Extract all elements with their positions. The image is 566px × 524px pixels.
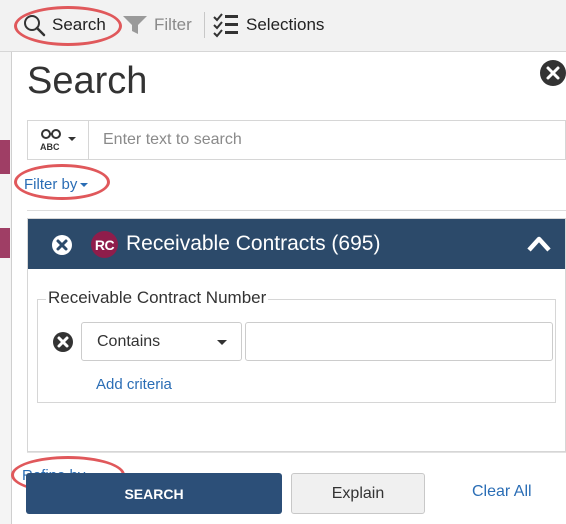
- divider: [27, 452, 566, 453]
- toolbar-filter-label: Filter: [154, 15, 192, 34]
- close-icon: [546, 66, 560, 80]
- search-bar: ABC: [27, 120, 566, 160]
- explain-button[interactable]: Explain: [291, 473, 425, 514]
- chevron-up-icon[interactable]: [526, 234, 552, 254]
- remove-group-button[interactable]: [52, 235, 72, 255]
- filter-by-label: Filter by: [24, 176, 78, 193]
- background-app-edge: [0, 50, 12, 524]
- funnel-icon: [123, 16, 147, 34]
- operator-value: Contains: [97, 333, 161, 350]
- entity-badge: RC: [91, 231, 118, 258]
- highlight-circle: [14, 6, 122, 46]
- field-label: Receivable Contract Number: [46, 288, 269, 308]
- close-icon: [56, 239, 68, 251]
- criteria-value-input[interactable]: [245, 322, 553, 361]
- group-title: Receivable Contracts (695): [126, 232, 381, 255]
- search-input[interactable]: [90, 121, 565, 159]
- caret-down-icon: [80, 183, 89, 188]
- close-panel-button[interactable]: [540, 60, 566, 86]
- search-button[interactable]: SEARCH: [26, 473, 282, 514]
- page-title: Search: [27, 60, 148, 102]
- add-criteria-link[interactable]: Add criteria: [96, 376, 172, 393]
- toolbar-separator: [204, 12, 205, 38]
- abc-search-mode-icon: ABC: [40, 129, 76, 152]
- group-header[interactable]: RC Receivable Contracts (695): [28, 219, 565, 269]
- toolbar-selections-button[interactable]: Selections: [212, 8, 324, 42]
- search-panel: Search ABC Filter by: [11, 52, 566, 524]
- clear-all-link[interactable]: Clear All: [472, 483, 532, 501]
- svg-text:ABC: ABC: [40, 142, 60, 152]
- toolbar-filter-button[interactable]: Filter: [122, 8, 192, 42]
- background-mark: [0, 228, 10, 258]
- toolbar-search-button[interactable]: Search: [14, 6, 122, 46]
- background-mark: [0, 140, 10, 174]
- caret-down-icon: [217, 340, 227, 345]
- operator-select[interactable]: Contains: [81, 322, 242, 361]
- criteria-group: RC Receivable Contracts (695) Receivable…: [27, 218, 566, 452]
- remove-criteria-button[interactable]: [53, 332, 73, 352]
- toolbar: Search Filter Selections: [0, 0, 566, 52]
- divider: [27, 210, 566, 211]
- checklist-icon: [213, 13, 238, 38]
- toolbar-selections-label: Selections: [246, 15, 325, 34]
- search-mode-dropdown[interactable]: ABC: [28, 121, 89, 159]
- close-icon: [57, 336, 69, 348]
- filter-by-dropdown[interactable]: Filter by: [24, 176, 89, 193]
